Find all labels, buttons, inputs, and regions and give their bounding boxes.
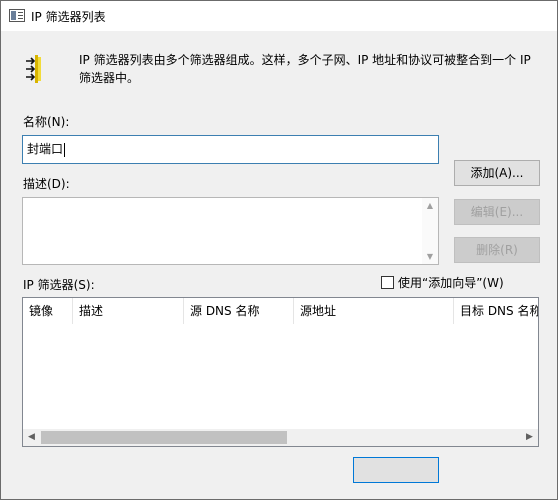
edit-button[interactable]: 编辑(E)...	[454, 199, 540, 225]
ip-filters-label: IP 筛选器(S):	[23, 278, 95, 292]
window-title: IP 筛选器列表	[31, 10, 106, 24]
description-line-1: IP 筛选器列表由多个筛选器组成。这样，多个子网、IP 地址和协议可被整合到一个…	[79, 53, 531, 67]
column-header-source-address[interactable]: 源地址	[294, 298, 454, 324]
list-horizontal-scrollbar[interactable]: ◀ ▶	[23, 429, 538, 446]
title-bar: IP 筛选器列表	[1, 1, 557, 31]
column-header-description[interactable]: 描述	[73, 298, 184, 324]
checkbox-box[interactable]	[381, 276, 394, 289]
list-header: 镜像 描述 源 DNS 名称 源地址 目标 DNS 名称	[23, 298, 538, 324]
ok-button[interactable]	[353, 457, 439, 483]
scroll-down-icon[interactable]: ▼	[422, 252, 438, 261]
scroll-right-icon[interactable]: ▶	[521, 429, 538, 446]
column-header-source-dns[interactable]: 源 DNS 名称	[184, 298, 294, 324]
description-textarea[interactable]: ▲ ▼	[22, 197, 439, 265]
name-label: 名称(N):	[23, 115, 70, 129]
description-label: 描述(D):	[23, 177, 70, 191]
column-header-mirror[interactable]: 镜像	[23, 298, 73, 324]
scrollbar-thumb[interactable]	[41, 431, 287, 444]
delete-button[interactable]: 删除(R)	[454, 237, 540, 263]
use-add-wizard-label: 使用“添加向导”(W)	[398, 276, 504, 290]
ip-filter-list-dialog: IP 筛选器列表 IP 筛选器列表由多个筛选器组成。这样，多个子网、IP 地址和…	[0, 0, 558, 500]
ip-filters-list[interactable]: 镜像 描述 源 DNS 名称 源地址 目标 DNS 名称 ◀ ▶	[22, 297, 539, 447]
window-icon	[9, 9, 25, 22]
name-input-value: 封端口	[27, 142, 64, 156]
scroll-left-icon[interactable]: ◀	[23, 429, 40, 446]
name-input[interactable]: 封端口	[22, 135, 439, 164]
filter-list-icon	[25, 53, 47, 85]
description-line-2: 筛选器中。	[79, 71, 140, 85]
use-add-wizard-checkbox[interactable]: 使用“添加向导”(W)	[381, 274, 504, 291]
text-caret	[64, 142, 66, 157]
add-button[interactable]: 添加(A)...	[454, 160, 540, 186]
dialog-body: IP 筛选器列表由多个筛选器组成。这样，多个子网、IP 地址和协议可被整合到一个…	[1, 31, 557, 499]
dialog-description: IP 筛选器列表由多个筛选器组成。这样，多个子网、IP 地址和协议可被整合到一个…	[79, 51, 539, 87]
scroll-up-icon[interactable]: ▲	[422, 201, 438, 210]
description-scrollbar[interactable]: ▲ ▼	[422, 198, 438, 264]
column-header-dest-dns[interactable]: 目标 DNS 名称	[454, 298, 538, 324]
